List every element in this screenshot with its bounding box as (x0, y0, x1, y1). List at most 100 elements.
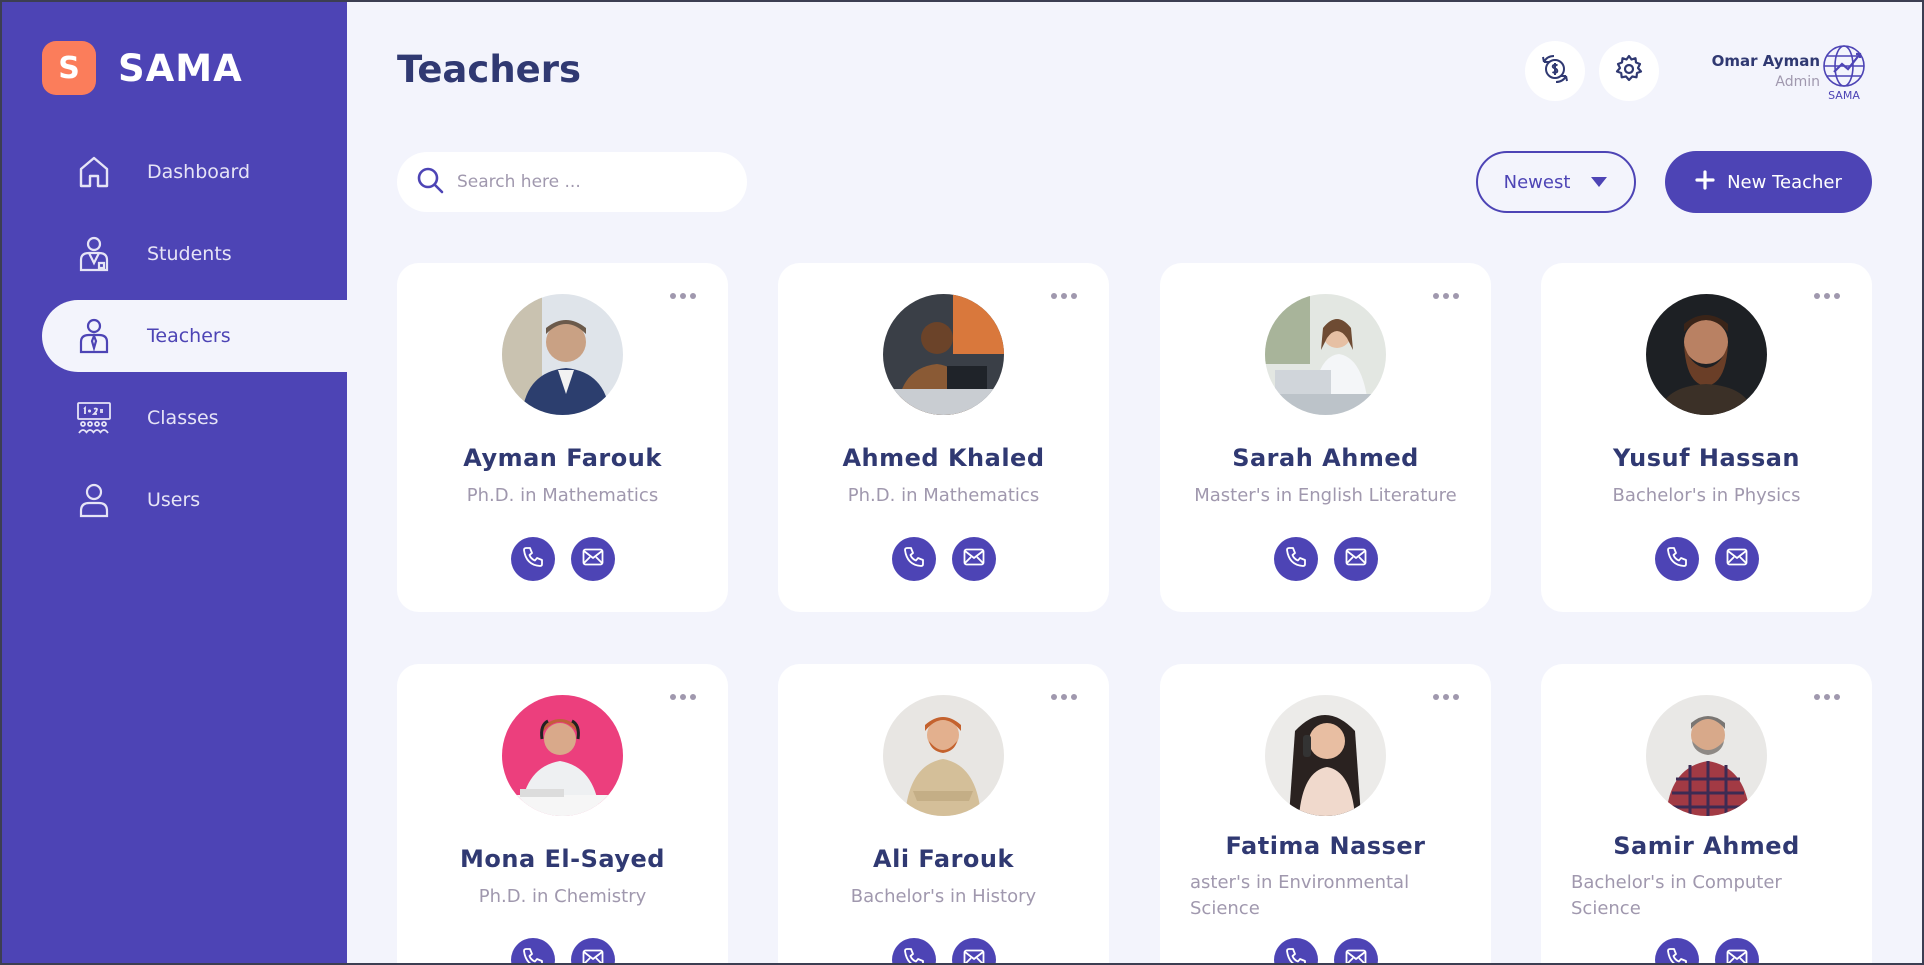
email-button[interactable] (1714, 938, 1759, 965)
sidebar-item-label: Dashboard (147, 161, 251, 183)
more-options-icon[interactable] (1433, 694, 1459, 700)
mail-icon (1345, 949, 1367, 965)
call-button[interactable] (891, 537, 936, 581)
sidebar-item-label: Students (147, 243, 232, 265)
more-options-icon[interactable] (1814, 293, 1840, 299)
more-options-icon[interactable] (670, 694, 696, 700)
teacher-card[interactable]: Yusuf Hassan Bachelor's in Physics (1541, 263, 1872, 612)
plus-icon (1695, 169, 1715, 195)
call-button[interactable] (1273, 938, 1318, 965)
teacher-photo (1646, 294, 1767, 415)
teacher-icon (74, 316, 114, 356)
email-button[interactable] (1333, 938, 1378, 965)
teacher-card[interactable]: Sarah Ahmed Master's in English Literatu… (1160, 263, 1491, 612)
sort-dropdown[interactable]: Newest (1476, 151, 1636, 213)
mail-icon (1726, 548, 1748, 570)
call-button[interactable] (510, 938, 555, 965)
teacher-name: Fatima Nasser (1225, 832, 1426, 860)
more-options-icon[interactable] (1433, 293, 1459, 299)
email-button[interactable] (1333, 537, 1378, 581)
email-button[interactable] (951, 537, 996, 581)
mail-icon (582, 949, 604, 965)
teacher-degree: Ph.D. in Mathematics (466, 485, 659, 506)
teacher-card[interactable]: Mona El-Sayed Ph.D. in Chemistry (397, 664, 728, 965)
sort-label: Newest (1503, 171, 1571, 193)
teacher-card[interactable]: Ayman Farouk Ph.D. in Mathematics (397, 263, 728, 612)
gear-icon (1614, 54, 1644, 88)
brand-name: SAMA (118, 46, 243, 90)
user-info[interactable]: Omar Ayman Admin (1712, 52, 1820, 90)
home-icon (74, 152, 114, 192)
more-options-icon[interactable] (1051, 293, 1077, 299)
caret-down-icon (1590, 172, 1608, 193)
mail-icon (1345, 548, 1367, 570)
student-icon (74, 234, 114, 274)
teacher-name: Samir Ahmed (1613, 832, 1800, 860)
teacher-card[interactable]: Ahmed Khaled Ph.D. in Mathematics (778, 263, 1109, 612)
settings-button[interactable] (1599, 41, 1659, 101)
teacher-card[interactable]: Ali Farouk Bachelor's in History (778, 664, 1109, 965)
call-button[interactable] (1654, 537, 1699, 581)
teacher-photo (1265, 695, 1386, 816)
search-icon (415, 165, 445, 199)
teacher-degree: Master's in English Literature (1194, 485, 1457, 506)
teacher-name: Ali Farouk (873, 845, 1014, 873)
user-icon (74, 480, 114, 520)
teacher-name: Mona El-Sayed (460, 845, 665, 873)
search-input[interactable] (457, 172, 727, 192)
sidebar-item-classes[interactable]: Classes (42, 382, 347, 454)
email-button[interactable] (1714, 537, 1759, 581)
search-bar[interactable] (397, 152, 747, 212)
user-role: Admin (1775, 74, 1820, 90)
phone-icon (1666, 947, 1688, 965)
phone-icon (522, 546, 544, 572)
teacher-name: Yusuf Hassan (1612, 444, 1801, 472)
teacher-photo (883, 294, 1004, 415)
page-title: Teachers (397, 48, 582, 91)
teacher-photo (883, 695, 1004, 816)
sidebar-item-dashboard[interactable]: Dashboard (42, 136, 347, 208)
brand[interactable]: S SAMA (42, 41, 243, 95)
sidebar-item-users[interactable]: Users (42, 464, 347, 536)
call-button[interactable] (891, 938, 936, 965)
more-options-icon[interactable] (1814, 694, 1840, 700)
user-name: Omar Ayman (1711, 52, 1820, 70)
teacher-card[interactable]: Fatima Nasser aster's in Environmental S… (1160, 664, 1491, 965)
brand-logo: S (42, 41, 96, 95)
classroom-icon (74, 398, 114, 438)
email-button[interactable] (570, 537, 615, 581)
mail-icon (1726, 949, 1748, 965)
currency-exchange-icon (1538, 52, 1572, 90)
teacher-degree: Ph.D. in Chemistry (478, 886, 647, 907)
mail-icon (963, 548, 985, 570)
currency-exchange-button[interactable] (1525, 41, 1585, 101)
teacher-photo (502, 695, 623, 816)
teacher-card[interactable]: Samir Ahmed Bachelor's in Computer Scien… (1541, 664, 1872, 965)
call-button[interactable] (1273, 537, 1318, 581)
teacher-degree: Bachelor's in History (850, 886, 1037, 907)
call-button[interactable] (1654, 938, 1699, 965)
sidebar: S SAMA Dashboard Students Teachers Class… (0, 0, 347, 965)
avatar-logo-text: SAMA (1828, 89, 1860, 102)
sidebar-item-label: Classes (147, 407, 219, 429)
teacher-name: Ayman Farouk (463, 444, 662, 472)
teacher-photo (502, 294, 623, 415)
more-options-icon[interactable] (1051, 694, 1077, 700)
email-button[interactable] (570, 938, 615, 965)
call-button[interactable] (510, 537, 555, 581)
new-teacher-button[interactable]: New Teacher (1665, 151, 1872, 213)
more-options-icon[interactable] (670, 293, 696, 299)
sidebar-item-teachers[interactable]: Teachers (42, 300, 347, 372)
mail-icon (582, 548, 604, 570)
teacher-name: Ahmed Khaled (842, 444, 1045, 472)
phone-icon (1666, 546, 1688, 572)
sidebar-nav: Dashboard Students Teachers Classes User… (42, 136, 347, 546)
avatar[interactable]: SAMA (1816, 42, 1872, 102)
teacher-photo (1265, 294, 1386, 415)
teacher-degree: Ph.D. in Mathematics (847, 485, 1040, 506)
phone-icon (1285, 546, 1307, 572)
email-button[interactable] (951, 938, 996, 965)
phone-icon (1285, 947, 1307, 965)
sidebar-item-students[interactable]: Students (42, 218, 347, 290)
teacher-degree: Bachelor's in Physics (1612, 485, 1801, 506)
